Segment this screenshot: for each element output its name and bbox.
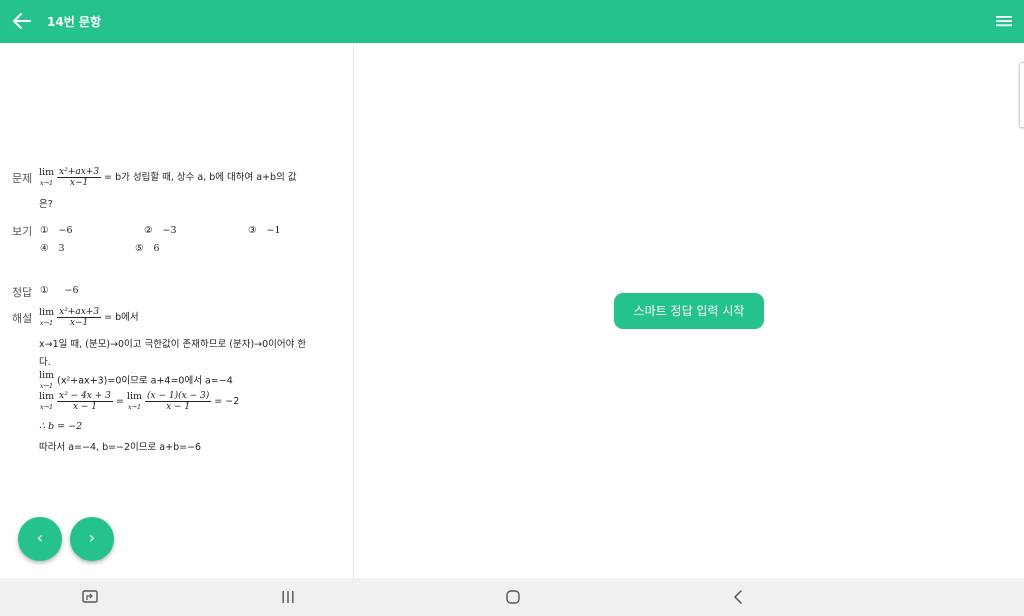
question-fraction: x²+ax+3 x−1 [57, 167, 102, 188]
solution-line-6: ∴ b = −2 [39, 421, 83, 432]
choice-1[interactable]: ① −6 [40, 225, 73, 236]
back-nav-icon[interactable] [728, 587, 748, 607]
solution-line-4: lim x→1 (x²+ax+3)=0이므로 a+4=0에서 a=−4 [39, 370, 233, 391]
solution-label: 해설 [12, 312, 33, 325]
answer-value: ① −6 [40, 285, 79, 296]
solution-line-3: 다. [39, 357, 51, 368]
side-panel-handle[interactable] [1019, 62, 1024, 128]
question-text: = b가 성립할 때, 상수 a, b에 대하여 a+b의 값 [104, 172, 297, 183]
home-icon[interactable] [503, 587, 523, 607]
recent-apps-icon[interactable] [278, 587, 298, 607]
page-title: 14번 문항 [47, 15, 101, 29]
question-text-continued: 은? [39, 199, 53, 210]
arrow-left-icon[interactable] [10, 10, 34, 32]
choice-3[interactable]: ③ −1 [248, 225, 281, 236]
solution-line-5: lim x→1 x² − 4x + 3x − 1 = lim x→1 (x − 1)… [39, 390, 240, 412]
solution-line-7: 따라서 a=−4, b=−2이므로 a+b=−6 [39, 442, 202, 453]
hamburger-menu-icon[interactable] [994, 13, 1014, 29]
previous-question-button[interactable]: ‹ [18, 517, 62, 561]
solution-line-2: x→1일 때, (분모)→0이고 극한값이 존재하므로 (분자)→0이어야 한 [39, 339, 307, 350]
problem-pane: 문제 lim x→1 x²+ax+3 x−1 = b가 성립할 때, 상수 a, b… [0, 43, 354, 578]
limit-operator: lim x→1 [39, 166, 55, 187]
system-nav-bar [0, 578, 1024, 616]
choices-label: 보기 [12, 225, 33, 238]
smart-answer-start-button[interactable]: 스마트 정답 입력 시작 [614, 293, 764, 329]
screenshot-icon[interactable] [80, 587, 100, 607]
choice-5[interactable]: ⑤6 [135, 243, 160, 254]
solution-line-1: lim x→1 x²+ax+3 x−1 = b에서 [39, 306, 139, 328]
answer-label: 정답 [12, 286, 33, 299]
next-question-button[interactable]: › [70, 517, 114, 561]
choice-4[interactable]: ④3 [40, 243, 65, 254]
question-label: 문제 [12, 172, 33, 185]
question-expression: lim x→1 x²+ax+3 x−1 = b가 성립할 때, 상수 a, b에 대… [39, 167, 297, 188]
app-bar: 14번 문항 [0, 0, 1024, 43]
choice-2[interactable]: ② −3 [144, 225, 177, 236]
